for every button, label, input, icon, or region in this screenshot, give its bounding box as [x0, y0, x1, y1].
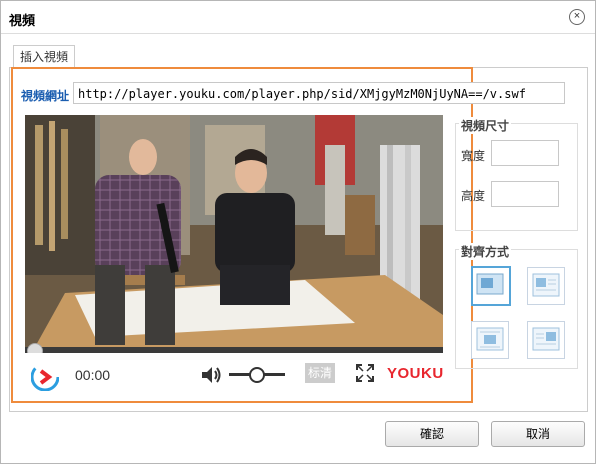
confirm-button[interactable]: 確認 — [385, 421, 479, 447]
cancel-button[interactable]: 取消 — [491, 421, 585, 447]
volume-slider-knob[interactable] — [249, 367, 265, 383]
height-input[interactable] — [491, 181, 559, 207]
align-left-icon — [532, 273, 560, 297]
volume-icon[interactable] — [200, 364, 222, 386]
align-default-option[interactable] — [471, 266, 511, 306]
video-preview[interactable]: 00:00 标清 YOUKU — [25, 115, 443, 399]
video-url-input[interactable]: http://player.youku.com/player.php/sid/X… — [73, 82, 565, 104]
fullscreen-icon[interactable] — [355, 363, 375, 383]
align-right-icon — [532, 327, 560, 351]
video-size-title: 視頻尺寸 — [459, 117, 512, 134]
align-left-option[interactable] — [527, 267, 565, 305]
player-controls: 00:00 标清 YOUKU — [25, 353, 443, 399]
youku-logo: YOUKU — [387, 365, 443, 382]
video-frame — [25, 115, 443, 347]
current-time: 00:00 — [75, 367, 111, 383]
play-icon[interactable] — [31, 363, 59, 391]
align-default-icon — [476, 273, 504, 295]
align-right-option[interactable] — [527, 321, 565, 359]
dialog-titlebar: 視頻 × — [1, 1, 595, 34]
insert-video-dialog: 視頻 × 插入視頻 視頻網址 http://player.youku.com/p… — [0, 0, 596, 464]
align-center-option[interactable] — [471, 321, 509, 359]
quality-button[interactable]: 标清 — [305, 363, 335, 383]
video-url-label: 視頻網址 — [21, 89, 70, 103]
height-label: 高度 — [461, 189, 486, 203]
close-icon[interactable]: × — [569, 9, 585, 25]
alignment-title: 對齊方式 — [459, 243, 512, 260]
tab-insert-video[interactable]: 插入視頻 — [13, 45, 76, 68]
width-input[interactable] — [491, 140, 559, 166]
dialog-title: 視頻 — [9, 13, 36, 28]
align-center-icon — [476, 327, 504, 351]
width-label: 寬度 — [461, 149, 486, 163]
